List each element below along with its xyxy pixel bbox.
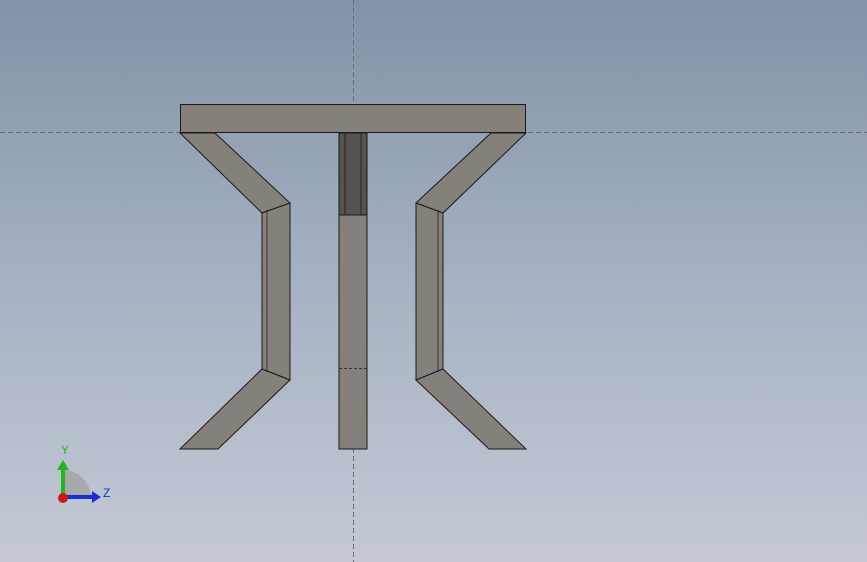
right-bent-leg[interactable] [415,132,528,450]
left-bent-leg[interactable] [178,132,291,450]
top-plate[interactable] [180,104,526,133]
z-axis-label: Z [103,486,111,500]
model-scene[interactable] [0,0,867,562]
graphics-viewport[interactable]: Y Z [0,0,867,562]
view-orientation-triad-icon [57,460,101,503]
y-axis-label: Y [61,443,70,457]
table-frame-model[interactable] [178,104,528,450]
center-post[interactable] [338,132,368,450]
